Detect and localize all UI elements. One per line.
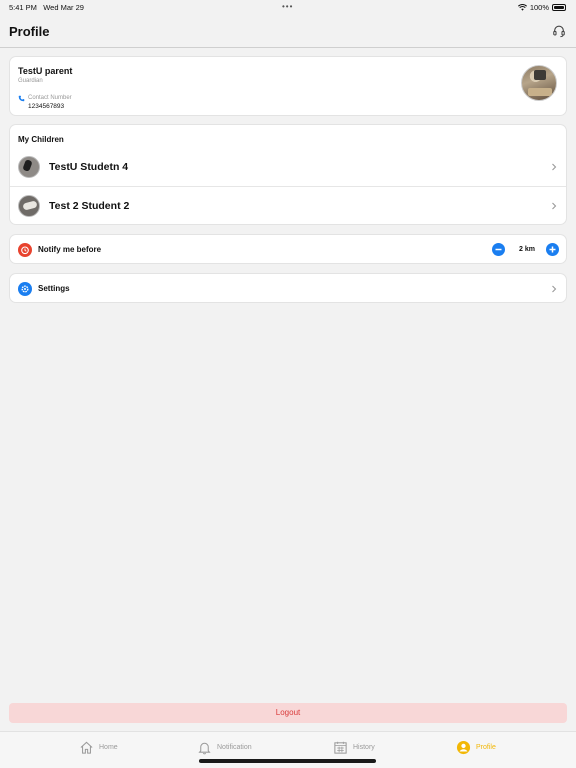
gear-icon — [18, 282, 32, 296]
bell-icon — [198, 742, 211, 754]
wifi-icon — [517, 4, 527, 11]
phone-icon — [18, 95, 25, 102]
notify-label: Notify me before — [38, 245, 102, 254]
parent-name: TestU parent — [18, 66, 73, 76]
home-indicator[interactable] — [199, 759, 376, 763]
profile-card: TestU parent Guardian Contact Number 123… — [9, 56, 567, 116]
settings-row[interactable]: Settings — [9, 273, 567, 303]
children-card: My Children TestU Studetn 4 Test 2 Stude… — [9, 124, 567, 225]
tab-label: History — [353, 743, 375, 751]
child-avatar — [18, 156, 40, 178]
notify-card: Notify me before 2 km — [9, 234, 567, 264]
tab-label: Notification — [217, 743, 252, 751]
child-name: Test 2 Student 2 — [49, 200, 130, 212]
parent-avatar[interactable] — [521, 65, 557, 101]
decrease-button[interactable] — [492, 243, 505, 256]
page-header: Profile — [0, 14, 576, 48]
home-icon — [80, 741, 93, 754]
status-date: Wed Mar 29 — [43, 3, 84, 12]
notify-distance-value: 2 km — [519, 246, 535, 253]
child-avatar — [18, 195, 40, 217]
chevron-right-icon — [552, 285, 557, 293]
child-row[interactable]: TestU Studetn 4 — [10, 148, 566, 187]
parent-role: Guardian — [18, 78, 43, 84]
page-title: Profile — [9, 24, 50, 39]
logout-button[interactable]: Logout — [9, 703, 567, 723]
my-children-title: My Children — [18, 135, 64, 144]
battery-icon — [552, 4, 566, 11]
tab-label: Profile — [476, 743, 496, 751]
tab-label: Home — [99, 743, 118, 751]
battery-percent: 100% — [529, 3, 549, 12]
chevron-right-icon — [552, 202, 557, 210]
alarm-icon — [18, 243, 32, 257]
settings-label: Settings — [38, 284, 70, 293]
status-right: 100% — [517, 3, 566, 12]
child-name: TestU Studetn 4 — [49, 161, 129, 173]
child-row[interactable]: Test 2 Student 2 — [10, 187, 566, 226]
tab-profile[interactable]: Profile — [456, 739, 496, 755]
status-bar: 5:41 PM Wed Mar 29 ••• 100% — [0, 0, 576, 14]
headset-icon[interactable] — [552, 24, 566, 38]
chevron-right-icon — [552, 163, 557, 171]
tab-notification[interactable]: Notification — [197, 739, 252, 755]
user-icon — [456, 740, 471, 754]
status-time: 5:41 PM Wed Mar 29 — [9, 3, 84, 12]
contact-label: Contact Number — [28, 95, 72, 101]
increase-button[interactable] — [546, 243, 559, 256]
tab-home[interactable]: Home — [79, 739, 118, 755]
tab-history[interactable]: History — [333, 739, 375, 755]
contact-value: 1234567893 — [28, 103, 65, 110]
calendar-icon — [334, 741, 347, 754]
multitasking-dots[interactable]: ••• — [282, 2, 293, 11]
